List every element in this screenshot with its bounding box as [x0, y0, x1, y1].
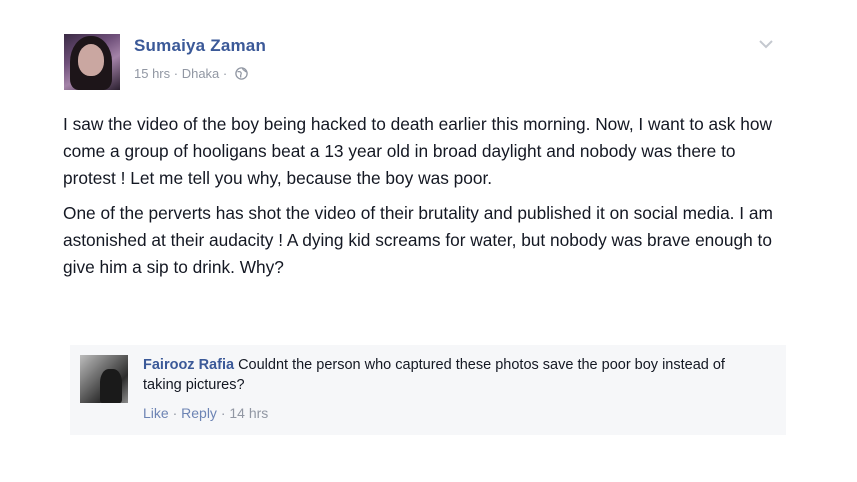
commenter-name[interactable]: Fairooz Rafia	[143, 357, 234, 373]
avatar-figure	[100, 369, 122, 403]
meta-separator: ·	[170, 66, 182, 81]
facebook-post: Sumaiya Zaman 15 hrs · Dhaka · I saw the…	[0, 0, 857, 482]
commenter-avatar[interactable]	[80, 355, 128, 403]
comment-time[interactable]: 14 hrs	[229, 405, 268, 421]
post-paragraph-1: I saw the video of the boy being hacked …	[63, 114, 772, 188]
comment: Fairooz Rafia Couldnt the person who cap…	[70, 345, 786, 435]
post-meta: 15 hrs · Dhaka ·	[134, 66, 248, 81]
action-separator: ·	[168, 405, 182, 421]
post-paragraph-2: One of the perverts has shot the video o…	[63, 203, 773, 277]
avatar-face	[78, 44, 104, 76]
post-location[interactable]: Dhaka	[182, 66, 220, 81]
post-body: I saw the video of the boy being hacked …	[63, 111, 783, 289]
comment-actions: Like · Reply · 14 hrs	[143, 405, 268, 421]
author-name[interactable]: Sumaiya Zaman	[134, 36, 266, 56]
meta-separator-2: ·	[219, 66, 231, 81]
chevron-down-icon[interactable]	[758, 38, 774, 50]
action-separator-2: ·	[216, 405, 230, 421]
globe-icon[interactable]	[235, 67, 248, 80]
reply-link[interactable]: Reply	[181, 405, 217, 421]
author-avatar[interactable]	[64, 34, 120, 90]
like-link[interactable]: Like	[143, 405, 169, 421]
comment-body: Fairooz Rafia Couldnt the person who cap…	[143, 355, 763, 395]
post-time[interactable]: 15 hrs	[134, 66, 170, 81]
